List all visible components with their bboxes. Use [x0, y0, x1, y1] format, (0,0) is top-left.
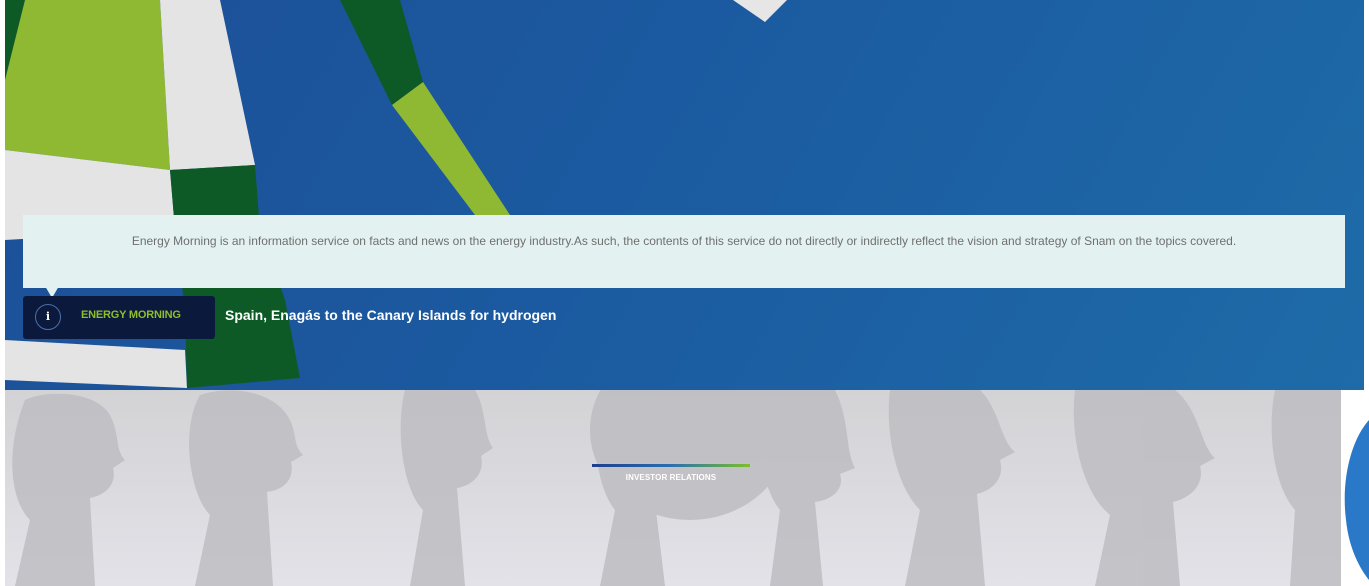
blue-swirl-graphic: [1344, 420, 1369, 580]
info-icon[interactable]: i: [35, 304, 61, 330]
hero-banner: Energy Morning is an information service…: [5, 0, 1364, 390]
energy-morning-badge[interactable]: i ENERGY MORNING: [23, 296, 215, 339]
side-decoration: [1341, 390, 1369, 586]
investor-relations-underline: [592, 464, 750, 467]
profile-silhouettes-background: [12, 390, 1341, 586]
investor-relations-link[interactable]: INVESTOR RELATIONS: [592, 473, 750, 482]
investor-relations-section: INVESTOR RELATIONS: [5, 390, 1341, 586]
disclaimer-notice: Energy Morning is an information service…: [23, 215, 1345, 288]
disclaimer-text: Energy Morning is an information service…: [131, 234, 1237, 248]
energy-morning-label: ENERGY MORNING: [81, 309, 181, 321]
news-headline-link[interactable]: Spain, Enagás to the Canary Islands for …: [225, 307, 556, 323]
